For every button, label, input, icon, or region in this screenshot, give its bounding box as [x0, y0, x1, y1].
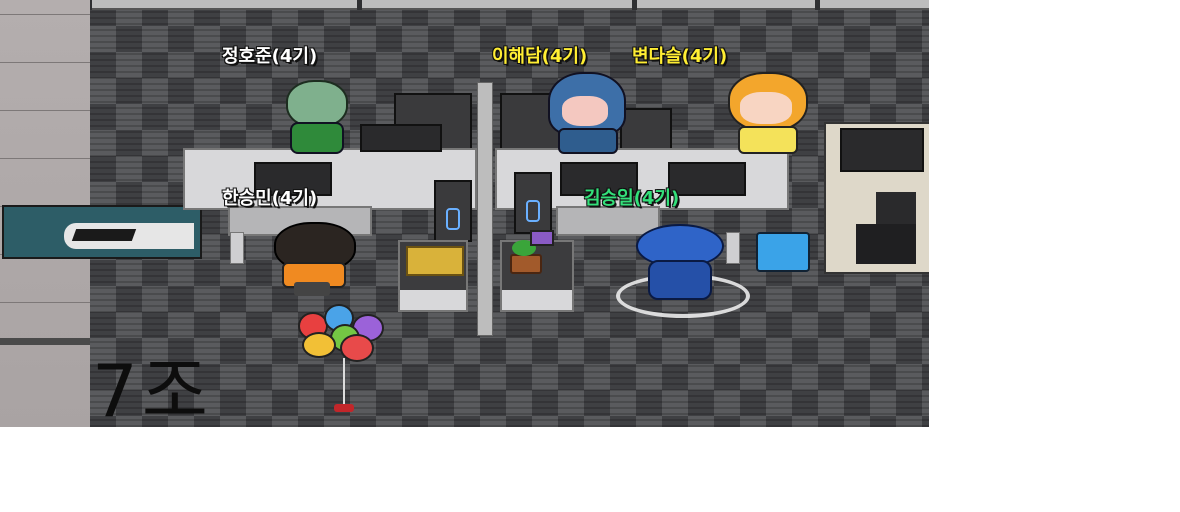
player-name-tag: 김승일(4기): [584, 188, 680, 209]
avatar-shark[interactable]: [544, 70, 640, 154]
player-name-tag: 정호준(4기): [222, 46, 318, 67]
monitor[interactable]: [668, 162, 746, 196]
monitor[interactable]: [360, 124, 442, 152]
side-cabinet[interactable]: [824, 122, 929, 274]
group-label: 7조: [92, 349, 213, 427]
computer-tower[interactable]: [434, 180, 472, 242]
balloon-bundle[interactable]: [296, 302, 396, 414]
drawer[interactable]: [500, 240, 574, 312]
potted-plant[interactable]: [510, 254, 542, 274]
blue-bucket[interactable]: [756, 232, 810, 272]
game-scene[interactable]: 정호준(4기) 이해담(4기) 변다슬(4기) 한승민(4기) 김승일(4기): [0, 0, 929, 427]
desk-leg: [230, 232, 244, 264]
player-name-tag: 한승민(4기): [222, 188, 318, 209]
avatar-yellow-hood[interactable]: [724, 70, 810, 154]
top-wall: [90, 0, 929, 10]
avatar-blue-player[interactable]: [616, 222, 750, 318]
player-name-tag: 이해담(4기): [492, 46, 588, 67]
cardboard-box[interactable]: [406, 246, 464, 276]
desk-item[interactable]: [530, 230, 554, 246]
avatar-green[interactable]: [280, 78, 350, 154]
player-name-tag: 변다슬(4기): [632, 46, 728, 67]
avatar-orange[interactable]: [268, 222, 358, 300]
desk-divider: [477, 82, 493, 336]
computer-tower[interactable]: [514, 172, 552, 234]
wall-shelf[interactable]: [2, 205, 202, 259]
